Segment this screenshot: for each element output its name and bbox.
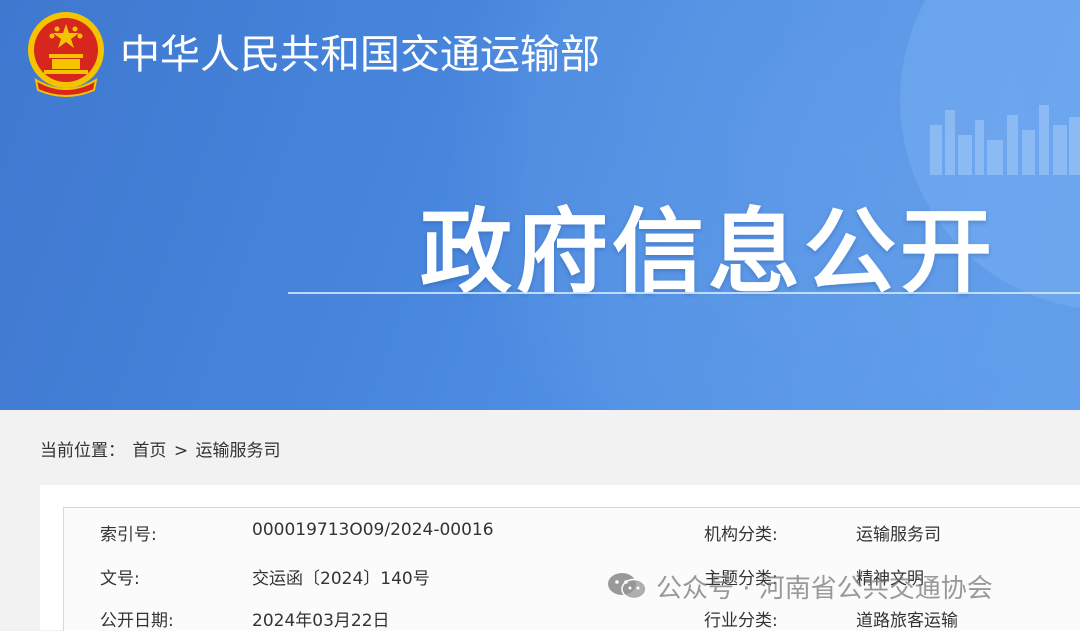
breadcrumb-home-link[interactable]: 首页: [132, 441, 166, 461]
document-number-label: 文号:: [100, 569, 140, 589]
city-skyline-graphic: [930, 105, 1080, 175]
index-number-value: 000019713O09/2024-00016: [252, 520, 494, 540]
publish-date-label: 公开日期:: [100, 611, 174, 631]
organization-category-label: 机构分类:: [704, 525, 778, 545]
breadcrumb-separator: >: [173, 441, 189, 461]
index-number-label: 索引号:: [100, 525, 157, 545]
publish-date-value: 2024年03月22日: [252, 611, 390, 631]
national-emblem-icon: [28, 12, 104, 97]
organization-category-value: 运输服务司: [856, 525, 941, 545]
breadcrumb-current-link[interactable]: 运输服务司: [195, 441, 280, 461]
wechat-watermark: 公众号 · 河南省公共交通协会: [606, 568, 993, 604]
wechat-icon: [608, 573, 647, 600]
ministry-name: 中华人民共和国交通运输部: [120, 32, 600, 78]
industry-category-value: 道路旅客运输: [856, 611, 958, 631]
breadcrumb-prefix: 当前位置：: [40, 441, 125, 461]
header-banner: 中华人民共和国交通运输部 政府信息公开: [0, 0, 1080, 410]
document-number-value: 交运函〔2024〕140号: [252, 569, 430, 589]
breadcrumb: 当前位置： 首页 > 运输服务司: [40, 436, 282, 461]
title-underline: [288, 292, 1080, 294]
industry-category-label: 行业分类:: [704, 611, 778, 631]
watermark-text: 公众号 · 河南省公共交通协会: [656, 573, 993, 604]
